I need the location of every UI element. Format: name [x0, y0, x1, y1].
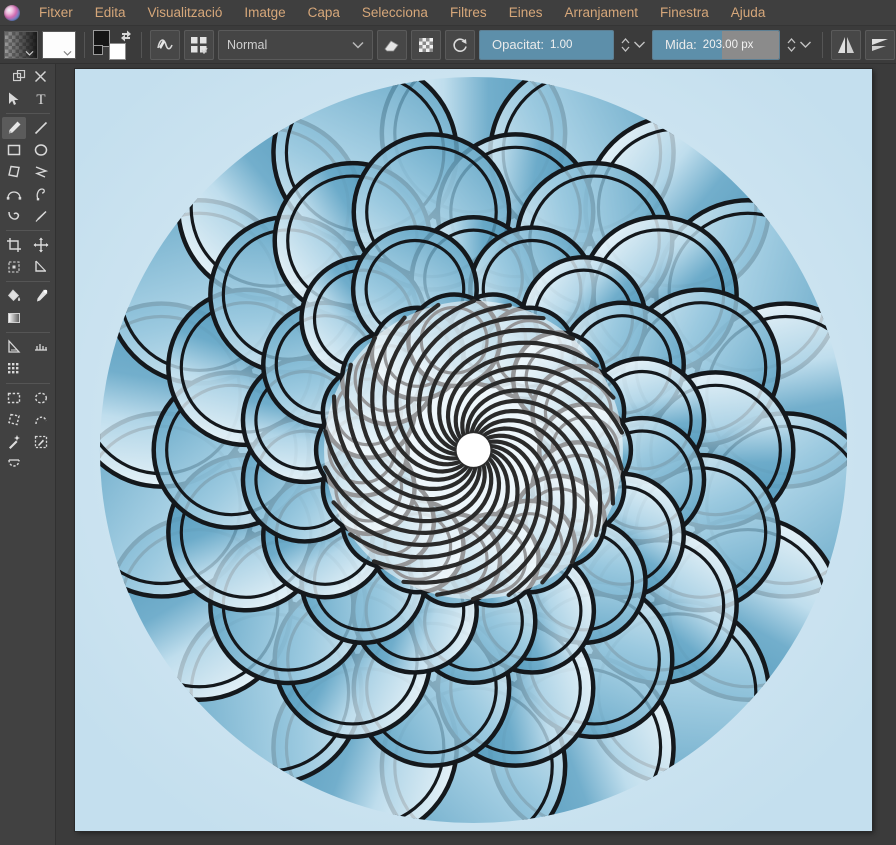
size-label: Mida: [665, 37, 697, 52]
tool-bezier-select-spacer [29, 453, 53, 475]
menu-visualitzacio[interactable]: Visualització [137, 2, 234, 24]
size-slider[interactable]: Mida: 203.00 px [652, 29, 780, 60]
menu-filtres[interactable]: Filtres [439, 2, 498, 24]
chevron-down-icon [352, 38, 364, 52]
mandala-artwork [75, 69, 872, 831]
tool-gradient-spacer [29, 307, 53, 329]
tool-options-toolbar: Normal Opacitat: 1.00 Mida: 203.00 px [0, 26, 896, 64]
size-dropdown-icon[interactable] [799, 40, 812, 49]
tool-ellipse[interactable] [29, 139, 53, 161]
tool-crop[interactable] [2, 234, 26, 256]
tool-fill[interactable] [2, 285, 26, 307]
opacity-spinbox[interactable] [618, 36, 648, 54]
preserve-alpha-icon[interactable] [411, 29, 441, 60]
tool-grid: T [0, 88, 55, 475]
gradient-preview-icon[interactable] [4, 30, 38, 59]
menu-bar: Fitxer Edita Visualització Imatge Capa S… [0, 0, 896, 26]
foreground-color-mini [93, 44, 103, 55]
tool-polyline[interactable] [29, 161, 53, 183]
blend-mode-select[interactable]: Normal [218, 29, 373, 60]
spinbox-arrows-icon[interactable] [620, 36, 631, 54]
reload-preset-icon[interactable] [445, 29, 475, 60]
tool-polygonal-select[interactable] [2, 409, 26, 431]
foreground-background-color[interactable] [93, 29, 133, 60]
tool-color-picker[interactable] [29, 285, 53, 307]
menu-selecciona[interactable]: Selecciona [351, 2, 439, 24]
menu-finestra[interactable]: Finestra [649, 2, 720, 24]
tool-freehand-brush[interactable] [1, 117, 26, 139]
eraser-icon[interactable] [377, 29, 407, 60]
tool-transform[interactable] [2, 256, 26, 278]
toolbar-divider [84, 31, 85, 58]
blend-mode-label: Normal [227, 37, 268, 52]
krita-logo-icon [4, 4, 20, 21]
toolbar-divider [822, 31, 823, 58]
tool-rectangle[interactable] [2, 139, 26, 161]
toolbox-divider [5, 113, 50, 114]
chevron-down-icon [63, 50, 72, 56]
tool-text[interactable]: T [29, 88, 53, 110]
tool-dynamic-brush[interactable] [2, 205, 26, 227]
mirror-horizontal-icon[interactable] [831, 29, 861, 60]
toolbar-divider [141, 31, 142, 58]
toolbox-divider [5, 383, 50, 384]
svg-text:T: T [37, 92, 46, 107]
menu-imatge[interactable]: Imatge [233, 2, 296, 24]
tool-bezier-select[interactable] [2, 453, 26, 475]
tool-bezier-curve[interactable] [2, 183, 26, 205]
tool-freehand-path[interactable] [29, 183, 53, 205]
toolbox-header [0, 66, 55, 88]
tool-multibrush[interactable] [29, 205, 53, 227]
size-value: 203.00 px [702, 38, 754, 51]
tool-reference-images[interactable] [2, 358, 26, 380]
menu-ajuda[interactable]: Ajuda [720, 2, 777, 24]
freehand-curve-icon[interactable] [150, 29, 180, 60]
tool-polygon[interactable] [2, 161, 26, 183]
tool-reference-spacer [29, 358, 53, 380]
canvas-area[interactable] [56, 64, 896, 845]
swap-colors-icon[interactable] [119, 29, 133, 43]
toolbox-divider [5, 281, 50, 282]
toolbox-divider [5, 230, 50, 231]
tool-assistant-edit[interactable] [2, 336, 26, 358]
opacity-slider[interactable]: Opacitat: 1.00 [479, 29, 614, 60]
chevron-down-icon [25, 50, 34, 56]
opacity-label: Opacitat: [492, 37, 545, 52]
toolbox-docker: T [0, 64, 56, 845]
tool-elliptical-select[interactable] [29, 387, 53, 409]
tool-gradient[interactable] [2, 307, 26, 329]
tool-rectangular-select[interactable] [2, 387, 26, 409]
image-canvas[interactable] [75, 69, 872, 831]
size-spinbox[interactable] [784, 36, 814, 54]
tool-measure[interactable] [29, 256, 53, 278]
background-color-swatch[interactable] [109, 42, 126, 60]
tool-similar-color-select[interactable] [29, 431, 53, 453]
close-icon[interactable] [34, 70, 47, 83]
main-area: T [0, 64, 896, 845]
tool-select-shapes[interactable] [2, 88, 26, 110]
mirror-vertical-icon[interactable] [865, 29, 895, 60]
pattern-preset-icon[interactable] [184, 29, 214, 60]
spinbox-arrows-icon[interactable] [786, 36, 797, 54]
tool-move[interactable] [29, 234, 53, 256]
opacity-dropdown-icon[interactable] [633, 40, 646, 49]
menu-arranjament[interactable]: Arranjament [553, 2, 649, 24]
tool-freehand-select[interactable] [29, 409, 53, 431]
tool-line[interactable] [29, 117, 53, 139]
menu-edita[interactable]: Edita [84, 2, 137, 24]
brush-preset-icon[interactable] [42, 30, 76, 59]
float-docker-icon[interactable] [12, 69, 26, 83]
tool-assistant[interactable] [29, 336, 53, 358]
tool-magic-wand-select[interactable] [2, 431, 26, 453]
menu-fitxer[interactable]: Fitxer [28, 2, 84, 24]
opacity-value: 1.00 [550, 38, 573, 51]
menu-capa[interactable]: Capa [297, 2, 351, 24]
toolbox-divider [5, 332, 50, 333]
menu-eines[interactable]: Eines [498, 2, 554, 24]
